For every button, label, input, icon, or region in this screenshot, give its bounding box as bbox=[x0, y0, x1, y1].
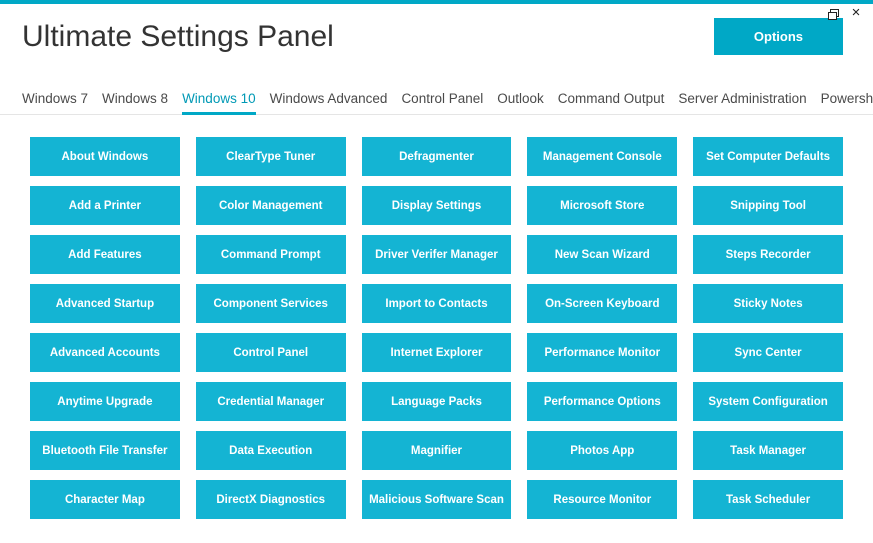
tile-bluetooth-file-transfer[interactable]: Bluetooth File Transfer bbox=[30, 431, 180, 470]
tab-windows-7[interactable]: Windows 7 bbox=[22, 85, 88, 114]
tab-windows-10[interactable]: Windows 10 bbox=[182, 85, 256, 114]
tab-outlook[interactable]: Outlook bbox=[497, 85, 544, 114]
tile-internet-explorer[interactable]: Internet Explorer bbox=[362, 333, 512, 372]
tile-grid: About Windows Add a Printer Add Features Ad… bbox=[30, 137, 843, 519]
tile-add-a-printer[interactable]: Add a Printer bbox=[30, 186, 180, 225]
tile-display-settings[interactable]: Display Settings bbox=[362, 186, 512, 225]
tab-windows-advanced[interactable]: Windows Advanced bbox=[270, 85, 388, 114]
tile-set-computer-defaults[interactable]: Set Computer Defaults bbox=[693, 137, 843, 176]
tile-anytime-upgrade[interactable]: Anytime Upgrade bbox=[30, 382, 180, 421]
tile-directx-diagnostics[interactable]: DirectX Diagnostics bbox=[196, 480, 346, 519]
tile-advanced-startup[interactable]: Advanced Startup bbox=[30, 284, 180, 323]
tile-malicious-software-scan[interactable]: Malicious Software Scan bbox=[362, 480, 512, 519]
tab-powershell[interactable]: Powershell bbox=[821, 85, 873, 114]
tab-server-administration[interactable]: Server Administration bbox=[678, 85, 806, 114]
tile-photos-app[interactable]: Photos App bbox=[527, 431, 677, 470]
tile-import-to-contacts[interactable]: Import to Contacts bbox=[362, 284, 512, 323]
tabstrip: Windows 7 Windows 8 Windows 10 Windows Adva… bbox=[0, 85, 873, 115]
tab-command-output[interactable]: Command Output bbox=[558, 85, 665, 114]
close-button[interactable]: × bbox=[849, 6, 863, 20]
tile-resource-monitor[interactable]: Resource Monitor bbox=[527, 480, 677, 519]
tile-language-packs[interactable]: Language Packs bbox=[362, 382, 512, 421]
tab-windows-8[interactable]: Windows 8 bbox=[102, 85, 168, 114]
tile-about-windows[interactable]: About Windows bbox=[30, 137, 180, 176]
tile-microsoft-store[interactable]: Microsoft Store bbox=[527, 186, 677, 225]
tile-grid-container: About Windows Add a Printer Add Features Ad… bbox=[0, 115, 873, 519]
tile-on-screen-keyboard[interactable]: On-Screen Keyboard bbox=[527, 284, 677, 323]
restore-button[interactable] bbox=[825, 6, 839, 20]
tile-character-map[interactable]: Character Map bbox=[30, 480, 180, 519]
tile-sync-center[interactable]: Sync Center bbox=[693, 333, 843, 372]
tile-sticky-notes[interactable]: Sticky Notes bbox=[693, 284, 843, 323]
tile-component-services[interactable]: Component Services bbox=[196, 284, 346, 323]
tile-color-management[interactable]: Color Management bbox=[196, 186, 346, 225]
tile-system-configuration[interactable]: System Configuration bbox=[693, 382, 843, 421]
tile-performance-monitor[interactable]: Performance Monitor bbox=[527, 333, 677, 372]
tile-defragmenter[interactable]: Defragmenter bbox=[362, 137, 512, 176]
tile-data-execution[interactable]: Data Execution bbox=[196, 431, 346, 470]
tile-driver-verifer-manager[interactable]: Driver Verifer Manager bbox=[362, 235, 512, 274]
restore-icon bbox=[828, 9, 837, 18]
tile-new-scan-wizard[interactable]: New Scan Wizard bbox=[527, 235, 677, 274]
tile-performance-options[interactable]: Performance Options bbox=[527, 382, 677, 421]
tile-steps-recorder[interactable]: Steps Recorder bbox=[693, 235, 843, 274]
tile-snipping-tool[interactable]: Snipping Tool bbox=[693, 186, 843, 225]
tile-magnifier[interactable]: Magnifier bbox=[362, 431, 512, 470]
tab-control-panel[interactable]: Control Panel bbox=[401, 85, 483, 114]
tile-control-panel[interactable]: Control Panel bbox=[196, 333, 346, 372]
window-controls: × bbox=[825, 6, 863, 20]
tile-task-scheduler[interactable]: Task Scheduler bbox=[693, 480, 843, 519]
tile-add-features[interactable]: Add Features bbox=[30, 235, 180, 274]
tile-command-prompt[interactable]: Command Prompt bbox=[196, 235, 346, 274]
header: Ultimate Settings Panel Options bbox=[0, 4, 873, 65]
tile-credential-manager[interactable]: Credential Manager bbox=[196, 382, 346, 421]
tile-management-console[interactable]: Management Console bbox=[527, 137, 677, 176]
page-title: Ultimate Settings Panel bbox=[22, 20, 334, 54]
close-icon: × bbox=[852, 8, 861, 18]
options-button[interactable]: Options bbox=[714, 18, 843, 55]
tile-cleartype-tuner[interactable]: ClearType Tuner bbox=[196, 137, 346, 176]
tile-advanced-accounts[interactable]: Advanced Accounts bbox=[30, 333, 180, 372]
tile-task-manager[interactable]: Task Manager bbox=[693, 431, 843, 470]
